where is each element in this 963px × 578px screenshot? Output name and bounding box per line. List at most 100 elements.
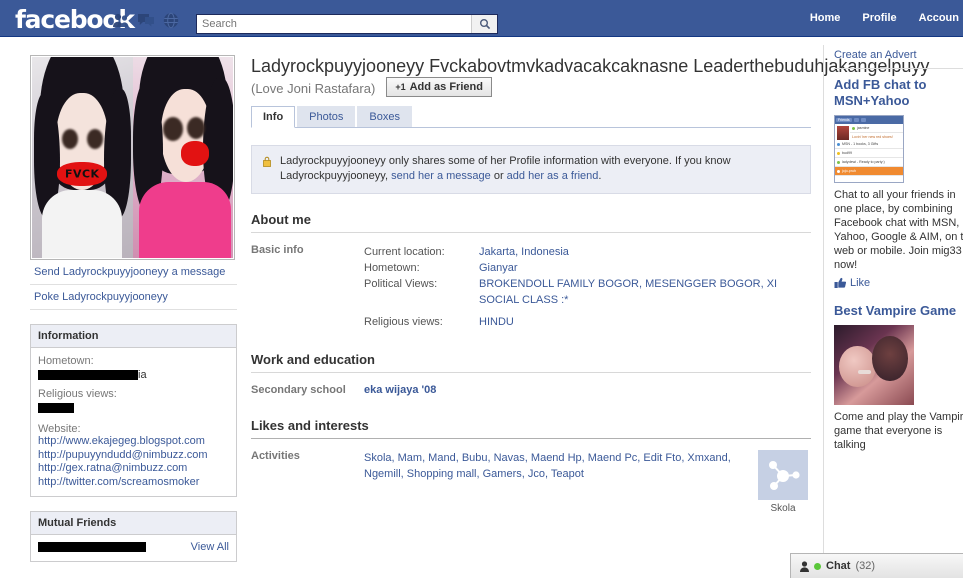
field-religious-views: Religious views: HINDU xyxy=(364,314,811,330)
poke-link[interactable]: Poke Ladyrockpuyyjooneyy xyxy=(30,285,237,310)
profile-subtitle-row: (Love Joni Rastafara) +1 Add as Friend xyxy=(251,77,811,97)
notifications-globe-icon[interactable] xyxy=(162,12,180,29)
privacy-notice-end: . xyxy=(598,170,602,182)
mutual-friends-view-all[interactable]: View All xyxy=(191,541,229,553)
privacy-notice-between: or xyxy=(490,170,507,182)
about-me-heading: About me xyxy=(251,212,811,233)
website-link-1[interactable]: http://www.ekajegeg.blogspot.com xyxy=(38,435,229,449)
photo2-censor-bar xyxy=(180,141,209,166)
friend-requests-icon[interactable] xyxy=(112,12,130,29)
nav-home[interactable]: Home xyxy=(810,12,841,24)
mutual-friends-box: Mutual Friends View All xyxy=(30,511,237,562)
profile-photo-right xyxy=(132,57,233,258)
chat-bar[interactable]: Chat (32) xyxy=(790,553,963,578)
secondary-school-value[interactable]: eka wijaya '08 xyxy=(364,384,436,396)
basic-info-label: Basic info xyxy=(251,244,304,256)
search-submit-button[interactable] xyxy=(471,15,497,33)
search-box[interactable] xyxy=(196,14,498,34)
ad-image-row-2: MSN - 1 books, 3 Gifts xyxy=(835,140,903,149)
thumbs-up-icon xyxy=(834,277,846,288)
photo2-eye-left xyxy=(162,117,183,142)
activity-thumbnail-caption: Skola xyxy=(770,503,796,514)
religious-views-value-redacted xyxy=(38,400,229,416)
ad-body-vampire: Come and play the Vampire game that ever… xyxy=(834,411,963,451)
ad-title-chat[interactable]: Add FB chat to MSN+Yahoo xyxy=(834,77,963,109)
information-box-body: Hometown: ia Religious views: Website: h… xyxy=(31,348,236,496)
work-education-heading: Work and education xyxy=(251,352,811,373)
chat-buddy-list-screenshot: Friends jasmine Lovin' her new red shoes… xyxy=(834,115,904,183)
lock-icon xyxy=(261,154,273,184)
current-location-value[interactable]: Jakarta, Indonesia xyxy=(479,244,811,260)
nav-profile[interactable]: Profile xyxy=(862,12,896,24)
ad-image-row-4: ladydewi - Ready to party:) xyxy=(835,158,903,167)
ad-item-vampire[interactable]: Best Vampire Game Come and play the Vamp… xyxy=(834,295,963,458)
activity-thumbnail[interactable]: Skola xyxy=(755,450,811,514)
create-advert-link[interactable]: Create an Advert xyxy=(834,45,963,69)
website-link-2[interactable]: http://pupuyyndudd@nimbuzz.com xyxy=(38,449,229,463)
header-icon-group xyxy=(112,12,180,29)
online-status-dot xyxy=(814,562,821,570)
page-title: Ladyrockpuyyjooneyy Fvckabovtmvkadvacakc… xyxy=(251,56,930,76)
privacy-notice-text: Ladyrockpuyyjooneyy only shares some of … xyxy=(280,154,801,184)
add-as-friend-label: Add as Friend xyxy=(409,81,483,93)
website-link-4[interactable]: http://twitter.com/screamosmoker xyxy=(38,476,229,490)
ad-body-chat: Chat to all your friends in one place, b… xyxy=(834,189,963,271)
information-box: Information Hometown: ia Religious views… xyxy=(30,324,237,497)
photo-shirt-white xyxy=(42,189,123,258)
add-as-friend-button[interactable]: +1 Add as Friend xyxy=(386,77,492,97)
ad-image-avatar xyxy=(837,126,849,140)
secondary-school-label: Secondary school xyxy=(251,384,346,396)
tab-photos[interactable]: Photos xyxy=(297,106,356,127)
ad-image-header-chip: Friends xyxy=(836,118,852,122)
hometown-key: Hometown: xyxy=(364,262,420,274)
photo-censor-bar-left: FVCK xyxy=(57,161,108,186)
ad-title-vampire[interactable]: Best Vampire Game xyxy=(834,303,963,319)
ad-image-row-1-sub: Lovin' her new red shoes! xyxy=(852,134,893,139)
political-views-key: Political Views: xyxy=(364,278,438,290)
religious-views-label: Religious views: xyxy=(38,388,117,400)
political-views-value[interactable]: BROKENDOLL FAMILY BOGOR, MESENGGER BOGOR… xyxy=(479,276,811,308)
chat-count: (32) xyxy=(855,560,876,572)
tab-info[interactable]: Info xyxy=(251,106,296,128)
profile-photo-collage: FVCK xyxy=(32,57,233,258)
send-her-a-message-link[interactable]: send her a message xyxy=(391,170,491,182)
hometown-label: Hometown: xyxy=(38,355,94,367)
profile-photo-left: FVCK xyxy=(32,57,133,258)
profile-photo[interactable]: FVCK xyxy=(30,55,235,260)
profile-alt-name: (Love Joni Rastafara) xyxy=(251,81,376,96)
information-box-title: Information xyxy=(31,325,236,348)
ad-image-row-5: jojo-pruh xyxy=(835,167,903,176)
activities-value[interactable]: Skola, Mam, Mand, Bubu, Navas, Maend Hp,… xyxy=(364,450,755,514)
field-political-views: Political Views: BROKENDOLL FAMILY BOGOR… xyxy=(364,276,811,308)
website-link-3[interactable]: http://gex.ratna@nimbuzz.com xyxy=(38,462,229,476)
ad-item-chat[interactable]: Add FB chat to MSN+Yahoo Friends jasmine xyxy=(834,69,963,295)
website-label: Website: xyxy=(38,423,81,435)
search-input[interactable] xyxy=(197,15,471,33)
send-message-link[interactable]: Send Ladyrockpuyyjooneyy a message xyxy=(30,260,237,285)
vampire-fangs xyxy=(858,369,871,374)
religious-views-value[interactable]: HINDU xyxy=(479,314,811,330)
privacy-notice: Ladyrockpuyyjooneyy only shares some of … xyxy=(251,145,811,194)
vampire-face-female xyxy=(838,345,876,388)
ad-image-row-1: jasmine xyxy=(850,124,903,133)
add-her-as-friend-link[interactable]: add her as a friend xyxy=(507,170,599,182)
advertisement-sidebar: Create an Advert Add FB chat to MSN+Yaho… xyxy=(823,45,963,578)
page-content: FVCK Send Ladyrockpuyyjooneyy a message … xyxy=(0,37,963,578)
ad-like-button-chat[interactable]: Like xyxy=(834,277,963,289)
activities-label: Activities xyxy=(251,450,300,462)
person-icon xyxy=(800,560,809,572)
tab-boxes[interactable]: Boxes xyxy=(357,106,412,127)
mutual-friends-row: View All xyxy=(31,535,236,561)
left-sidebar: FVCK Send Ladyrockpuyyjooneyy a message … xyxy=(30,55,237,562)
hometown-value[interactable]: Gianyar xyxy=(479,260,811,276)
ad-image-header: Friends xyxy=(835,116,903,124)
messages-icon[interactable] xyxy=(137,12,155,29)
basic-info-row: Basic info Current location: Jakarta, In… xyxy=(251,244,811,330)
main-content: Ladyrockpuyyjooneyy Fvckabovtmvkadvacakc… xyxy=(251,55,930,514)
top-navigation-bar: facebook Home Profile Accoun xyxy=(0,0,963,37)
add-friend-plus-icon: +1 xyxy=(395,82,406,92)
ad-image-header-chip3 xyxy=(860,118,866,122)
nav-account[interactable]: Accoun xyxy=(919,12,959,24)
photo2-shirt-pink xyxy=(138,181,231,258)
profile-canvas: FVCK Send Ladyrockpuyyjooneyy a message … xyxy=(13,37,963,578)
